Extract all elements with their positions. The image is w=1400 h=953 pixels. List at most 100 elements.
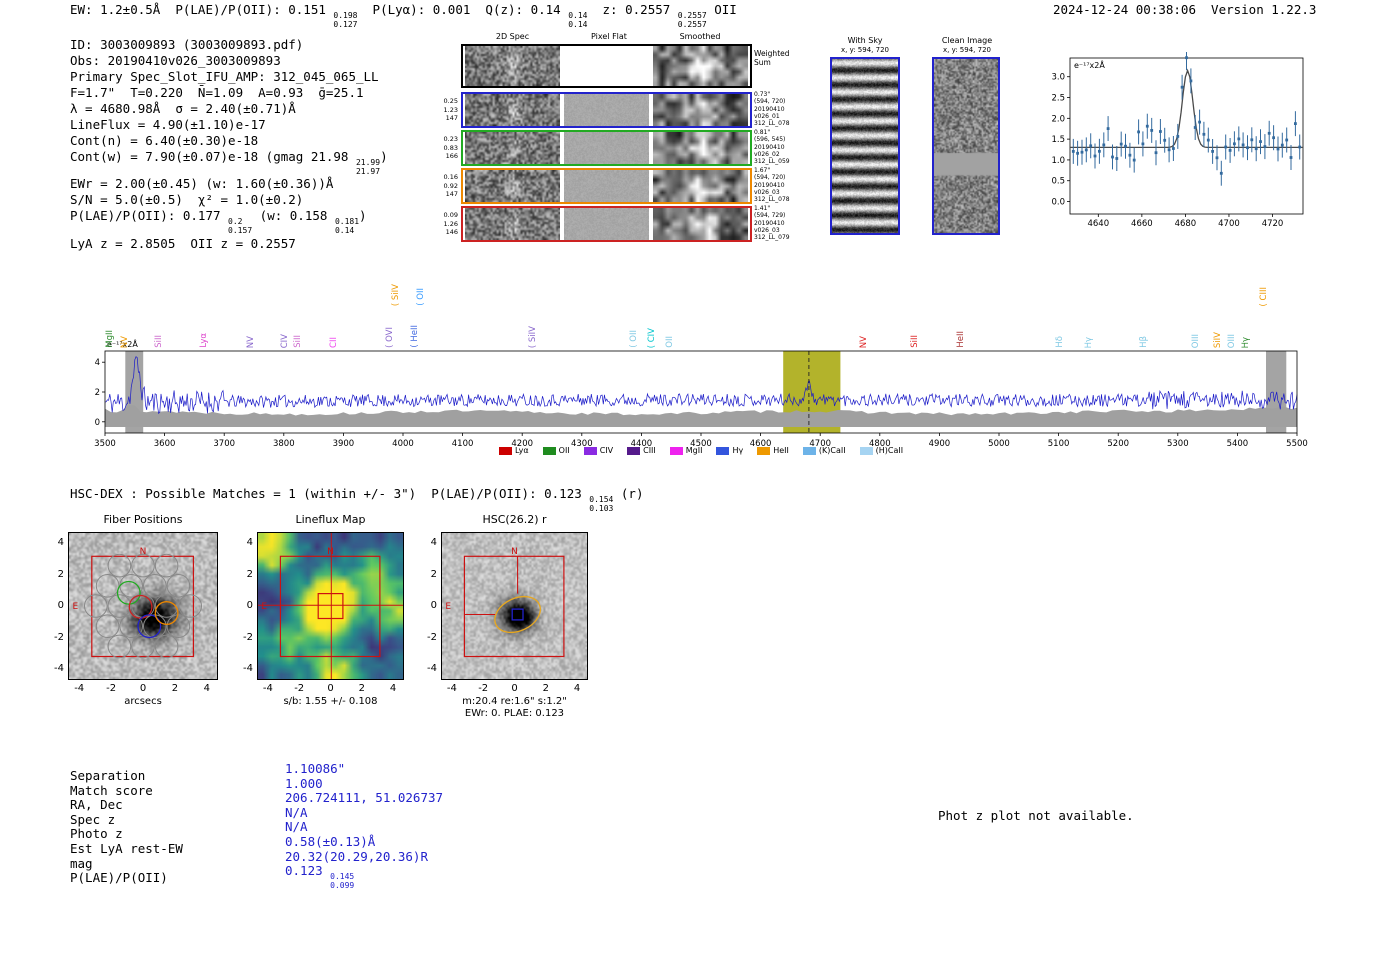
spectral-line-label-CIV: CIV bbox=[280, 333, 291, 348]
spec2d-row-2-scale-values: 0.23 0.83 166 bbox=[436, 135, 458, 161]
tick-label-x: -4 bbox=[74, 683, 85, 694]
match-label-0: Separation bbox=[70, 768, 146, 783]
tick-label-x: 4 bbox=[203, 683, 210, 694]
svg-text:4: 4 bbox=[95, 358, 100, 368]
tick-label-y: 2 bbox=[430, 568, 437, 580]
meta-line: 312_LL_079 bbox=[754, 234, 790, 242]
spec2d-row-2-panel-0 bbox=[465, 132, 560, 164]
meta-line: 1.41" bbox=[754, 205, 771, 212]
lineflux_map-plot: NE bbox=[257, 532, 404, 680]
svg-text:E: E bbox=[72, 602, 78, 612]
spectral-line-label-MgII: MgII bbox=[105, 330, 116, 348]
stacked-uncertainty: 0.154 0.103 bbox=[589, 495, 614, 513]
spectral-line-label-OII: ( OII bbox=[629, 330, 640, 348]
spec2d-row-3-scale-values: 0.16 0.92 147 bbox=[436, 173, 458, 199]
legend-item-4: MgII bbox=[669, 446, 702, 455]
scale-value: 147 bbox=[445, 114, 458, 123]
info-line-9: S/N = 5.0(±0.5) χ² = 1.0(±0.2) bbox=[70, 192, 304, 208]
spectral-line-label-SiIV: SiIV bbox=[1212, 331, 1223, 348]
stacked-uncertainty: 21.99 21.97 bbox=[355, 158, 381, 176]
info-line-10: P(LAE)/P(OII): 0.177 0.2 0.157 (w: 0.158 … bbox=[70, 208, 367, 235]
cleanimage-coords: x, y: 594, 720 bbox=[943, 46, 991, 54]
spec2d-row-4-scale-values: 0.09 1.26 146 bbox=[436, 211, 458, 237]
legend-item-0: Lyα bbox=[498, 446, 529, 455]
info-line-5: LineFlux = 4.90(±1.10)e-17 bbox=[70, 117, 266, 132]
svg-text:E: E bbox=[445, 602, 451, 612]
header-timestamp-version: 2024-12-24 00:38:06 Version 1.22.3 bbox=[1053, 2, 1317, 17]
spec2d-row-1-scale-values: 0.25 1.23 147 bbox=[436, 97, 458, 123]
hsc-cutout-title: HSC(26.2) r bbox=[482, 513, 547, 526]
match-label-4: Photo z bbox=[70, 826, 123, 842]
col-title-smoothed: Smoothed bbox=[679, 32, 721, 41]
spectral-line-label-OII: OII bbox=[665, 336, 676, 348]
spec2d-row-4 bbox=[461, 206, 752, 242]
stacked-uncertainty: 0.2 0.157 bbox=[228, 217, 253, 235]
legend-swatch bbox=[583, 446, 597, 455]
svg-text:3.0: 3.0 bbox=[1051, 73, 1065, 83]
spectral-line-label-CIII: ( CIII bbox=[1259, 286, 1269, 306]
spectral-line-label-Hγ: Hγ bbox=[1240, 336, 1251, 348]
scale-value: 0.09 bbox=[443, 211, 458, 219]
stacked-uncertainty: 0.145 0.099 bbox=[330, 872, 355, 890]
tick-label-x: 4 bbox=[573, 683, 581, 694]
svg-text:0.0: 0.0 bbox=[1051, 198, 1065, 208]
weighted-sum-line-2: Sum bbox=[754, 57, 771, 67]
spec2d-row-0 bbox=[461, 44, 752, 88]
meta-line: 312_LL_078 bbox=[754, 120, 790, 128]
info-line-11: LyA z = 2.8505 OII z = 0.2557 bbox=[70, 235, 296, 251]
legend-item-3: CIII bbox=[627, 446, 656, 455]
tick-label-y: 0 bbox=[57, 600, 64, 611]
stacked-uncertainty: 0.198 0.127 bbox=[333, 11, 358, 29]
spectral-line-label-Lyα: Lyα bbox=[198, 333, 209, 348]
match-label-5: Est LyA rest-EW bbox=[70, 840, 183, 856]
tick-label-y: -2 bbox=[243, 631, 253, 643]
hsc-cutout-xlabel: m:20.4 re:1.6" s:1.2" bbox=[462, 696, 567, 707]
lineflux-map-title: Lineflux Map bbox=[295, 513, 366, 526]
legend-label: OII bbox=[558, 446, 570, 455]
spec2d-row-2 bbox=[461, 130, 752, 166]
fiber_positions-overlay: NE bbox=[72, 547, 202, 659]
meta-line: v026_01 bbox=[754, 112, 780, 120]
tick-label-x: 2 bbox=[542, 683, 549, 694]
svg-text:4660: 4660 bbox=[1131, 219, 1153, 229]
scale-value: 0.25 bbox=[443, 97, 458, 105]
tick-label-x: -4 bbox=[262, 683, 273, 694]
spectral-line-label-OVI: ( OVI bbox=[384, 327, 395, 348]
meta-line: 20190410 bbox=[754, 105, 785, 113]
tick-label-x: -2 bbox=[478, 683, 489, 694]
spectral-line-label-SiIV: ( SiIV bbox=[528, 325, 539, 348]
spectral-line-label-Hβ: Hβ bbox=[1139, 336, 1150, 348]
meta-line: (594, 729) bbox=[754, 212, 786, 220]
spectral-line-label-NV: NV bbox=[120, 335, 131, 348]
svg-text:N: N bbox=[140, 547, 147, 557]
legend-swatch bbox=[716, 446, 730, 455]
withsky-title: With Sky bbox=[847, 36, 883, 45]
tick-label-x: 4 bbox=[389, 683, 397, 694]
tick-label-x: 0 bbox=[511, 683, 518, 694]
tick-label-y: 2 bbox=[246, 568, 253, 580]
match-label-1: Match score bbox=[70, 782, 153, 798]
info-line-1: Obs: 20190410v026_3003009893 bbox=[70, 53, 281, 68]
tick-label-y: -2 bbox=[54, 631, 64, 643]
legend-swatch bbox=[498, 446, 512, 455]
lineflux_map-overlay: NE bbox=[258, 533, 403, 679]
meta-line: 20190410 bbox=[754, 143, 785, 151]
detection-info-block: ID: 3003009893 (3003009893.pdf) Obs: 2019… bbox=[70, 37, 388, 252]
tick-label-x: 2 bbox=[358, 683, 365, 694]
spec2d-row-0-panel-1 bbox=[564, 46, 649, 86]
svg-text:4700: 4700 bbox=[1218, 219, 1240, 229]
tick-label-x: -2 bbox=[294, 683, 305, 694]
legend-label: HeII bbox=[773, 446, 789, 455]
match-label-6: mag bbox=[70, 855, 93, 871]
fiber-positions-xlabel: arcsecs bbox=[124, 696, 162, 707]
legend-item-5: Hγ bbox=[716, 446, 743, 455]
svg-text:4720: 4720 bbox=[1262, 219, 1284, 229]
meta-line: (594, 720) bbox=[754, 174, 786, 182]
cleanimage-image bbox=[934, 59, 998, 233]
match-value-1: 1.000 bbox=[285, 775, 323, 791]
scale-value: 0.83 bbox=[443, 143, 458, 152]
hsc_cutout-overlay: NE bbox=[445, 547, 565, 658]
weighted-sum-label: Weighted Sum bbox=[754, 49, 790, 67]
tick-label-y: -2 bbox=[427, 631, 437, 643]
scale-value: 0.23 bbox=[443, 135, 458, 143]
